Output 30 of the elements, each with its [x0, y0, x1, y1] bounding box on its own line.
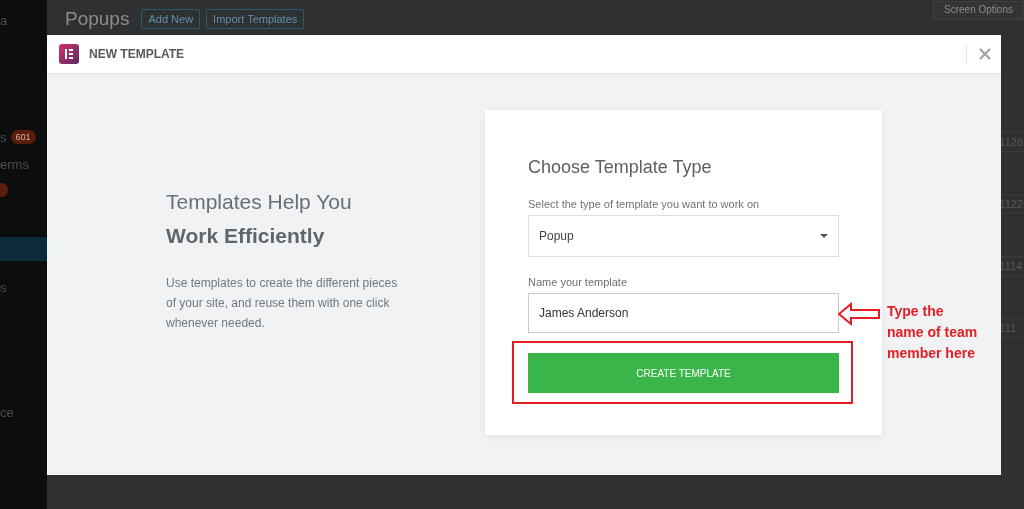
sidebar-item[interactable]: erms	[0, 152, 47, 176]
form-title: Choose Template Type	[528, 157, 713, 178]
screen-options-button[interactable]: Screen Options	[933, 0, 1024, 20]
intro-heading: Templates Help You Work Efficiently	[166, 189, 353, 249]
sidebar-item[interactable]: s 601	[0, 125, 47, 149]
intro-description: Use templates to create the different pieces of your site, and reuse them with one click whenever needed.	[166, 275, 399, 332]
arrow-icon	[837, 302, 881, 326]
sidebar-label: erms	[0, 156, 29, 172]
sidebar-label: ce	[0, 404, 14, 420]
header-button[interactable]: Import Templates	[206, 9, 305, 29]
sidebar-item[interactable]: s	[0, 275, 47, 299]
sidebar-label: s	[0, 279, 7, 295]
create-template-button[interactable]: CREATE TEMPLATE	[528, 353, 839, 393]
sidebar-label: a	[0, 12, 8, 28]
logo-icon	[59, 44, 79, 64]
annotation-note: Type the name of team member here	[887, 302, 978, 363]
caret-icon	[820, 234, 828, 238]
close-icon[interactable]	[979, 48, 991, 60]
sidebar-label: s	[0, 129, 7, 145]
field-label: Name your template	[528, 276, 629, 288]
header-button[interactable]: Add New	[141, 9, 201, 29]
template-type-select[interactable]: Popup	[528, 215, 839, 257]
dialog-title: NEW TEMPLATE	[89, 47, 185, 61]
sidebar-item[interactable]: ce	[0, 400, 47, 424]
count-badge: 601	[10, 130, 36, 144]
sidebar-item[interactable]	[0, 237, 47, 261]
sidebar-item[interactable]: a	[0, 8, 47, 32]
template-name-field[interactable]: James Anderson	[528, 293, 839, 333]
page-title: Popups	[65, 8, 130, 30]
field-label: Select the type of template you want to work on	[528, 198, 761, 210]
